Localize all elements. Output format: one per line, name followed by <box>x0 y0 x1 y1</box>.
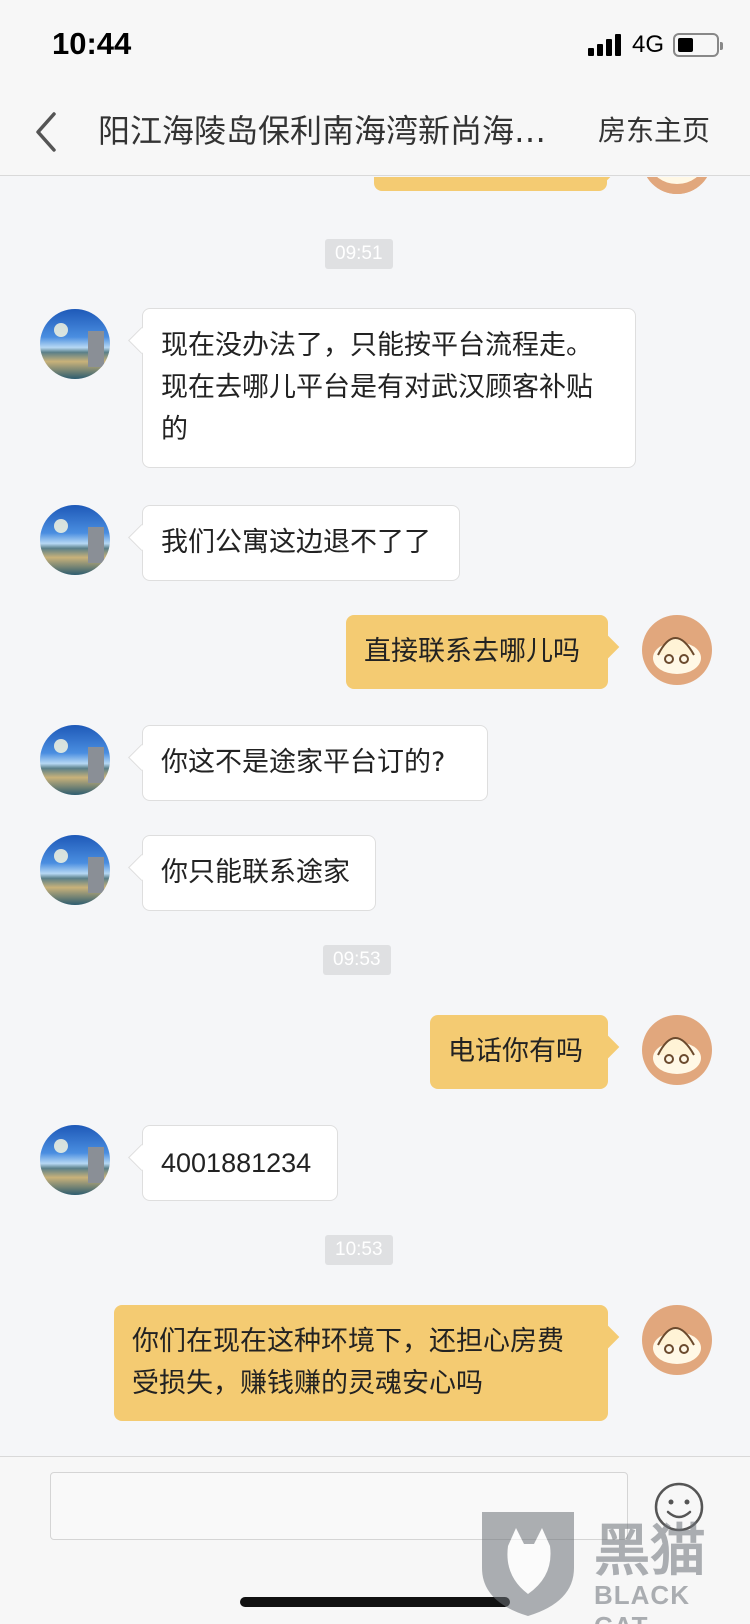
status-bar: 10:44 4G <box>0 0 750 90</box>
host-avatar[interactable] <box>40 1125 110 1195</box>
back-chevron-icon[interactable] <box>30 110 70 154</box>
host-avatar[interactable] <box>40 725 110 795</box>
message-bubble-host: 你这不是途家平台订的? <box>142 725 488 801</box>
battery-icon <box>673 33 723 57</box>
user-avatar[interactable] <box>642 615 712 685</box>
message-bubble-host: 我们公寓这边退不了了 <box>142 505 460 581</box>
message-text-line: 的 <box>161 414 188 445</box>
timestamp: 10:53 <box>325 1235 393 1265</box>
landlord-homepage-link[interactable]: 房东主页 <box>598 108 710 154</box>
network-label: 4G <box>632 31 665 58</box>
message-bubble-host: 4001881234 <box>142 1125 338 1201</box>
message-bubble-user: 你们在现在这种环境下，还担心房费 受损失，赚钱赚的灵魂安心吗 <box>114 1305 608 1421</box>
message-text-line: 现在去哪儿平台是有对武汉顾客补贴 <box>161 372 593 403</box>
host-avatar[interactable] <box>40 309 110 379</box>
message-bubble-host: 现在没办法了，只能按平台流程走。 现在去哪儿平台是有对武汉顾客补贴 的 <box>142 308 636 468</box>
watermark-text-cn: 黑猫 <box>594 1519 706 1584</box>
user-avatar[interactable] <box>642 1015 712 1085</box>
host-avatar[interactable] <box>40 835 110 905</box>
message-bubble-user: 电话你有吗 <box>430 1015 608 1089</box>
cat-character-icon <box>642 177 712 194</box>
black-cat-watermark: 黑猫 BLACK CAT <box>478 1506 750 1624</box>
conversation-title: 阳江海陵岛保利南海湾新尚海… <box>98 112 547 150</box>
cat-character-icon <box>653 1037 701 1074</box>
home-indicator <box>240 1597 510 1607</box>
timestamp: 09:51 <box>325 239 393 269</box>
message-text-line: 现在没办法了，只能按平台流程走。 <box>161 330 593 361</box>
signal-icon <box>588 34 624 56</box>
cat-character-icon <box>653 637 701 674</box>
user-avatar[interactable] <box>642 177 712 194</box>
message-text-line: 受损失，赚钱赚的灵魂安心吗 <box>132 1368 483 1399</box>
timestamp: 09:53 <box>323 945 391 975</box>
cat-character-icon <box>653 1327 701 1364</box>
message-text-line: 你们在现在这种环境下，还担心房费 <box>132 1326 564 1357</box>
status-time: 10:44 <box>52 26 132 61</box>
host-avatar[interactable] <box>40 505 110 575</box>
nav-bar: 阳江海陵岛保利南海湾新尚海… 房东主页 <box>0 90 750 176</box>
previous-message-bubble <box>374 177 607 191</box>
chat-area[interactable]: 09:51 现在没办法了，只能按平台流程走。 现在去哪儿平台是有对武汉顾客补贴 … <box>0 177 750 1457</box>
user-avatar[interactable] <box>642 1305 712 1375</box>
shield-cat-logo-icon <box>482 1512 574 1616</box>
watermark-text-en: BLACK CAT <box>594 1580 690 1624</box>
message-bubble-host: 你只能联系途家 <box>142 835 376 911</box>
message-bubble-user: 直接联系去哪儿吗 <box>346 615 608 689</box>
